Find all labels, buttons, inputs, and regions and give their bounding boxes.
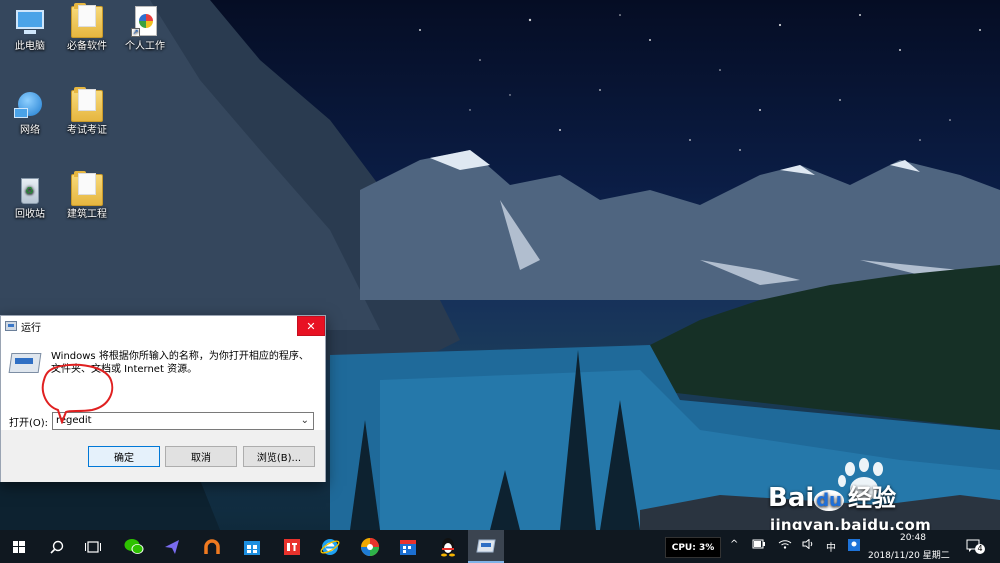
shortcut-document-icon: ↗ xyxy=(129,6,161,38)
store-icon xyxy=(244,540,260,555)
taskbar-app-wechat[interactable] xyxy=(118,530,150,563)
folder-icon xyxy=(71,3,103,38)
desktop-icon-label: 考试考证 xyxy=(67,125,107,136)
desktop-icon-label: 此电脑 xyxy=(15,41,45,52)
task-view-icon xyxy=(85,540,101,553)
desktop-icon-personal-work[interactable]: ↗ 个人工作 xyxy=(115,6,175,53)
watermark-brand: Bai du 经验 xyxy=(768,478,896,513)
desktop-icon-label: 必备软件 xyxy=(67,41,107,52)
chevron-down-icon[interactable]: ⌄ xyxy=(301,415,309,426)
qq-penguin-icon xyxy=(441,537,455,556)
close-icon: ✕ xyxy=(306,319,316,333)
watermark-brand-part1: Bai xyxy=(768,483,815,513)
watermark-brand-part2: du xyxy=(814,490,844,511)
calendar-icon xyxy=(400,539,416,555)
volume-icon[interactable] xyxy=(802,538,814,552)
folder-icon xyxy=(71,171,103,206)
run-dialog-titlebar[interactable]: 运行 ✕ xyxy=(1,316,325,336)
search-icon xyxy=(50,540,64,554)
paper-plane-icon xyxy=(165,539,179,554)
clock-date[interactable]: 2018/11/20 星期二 xyxy=(868,548,950,561)
cpu-label: CPU: xyxy=(671,542,696,553)
cancel-button[interactable]: 取消 xyxy=(165,446,237,467)
taskbar-app-color-wheel[interactable] xyxy=(354,530,386,563)
desktop-icon-exams[interactable]: 考试考证 xyxy=(57,87,117,137)
cpu-meter[interactable]: CPU: 3% xyxy=(665,537,721,558)
desktop-icon-recycle-bin[interactable]: ♻ 回收站 xyxy=(0,174,60,221)
run-dialog-title: 运行 xyxy=(21,322,41,334)
desktop-icon-label: 个人工作 xyxy=(125,41,165,52)
run-dialog-footer: 确定 取消 浏览(B)... xyxy=(1,430,325,482)
desktop-icon-label: 回收站 xyxy=(15,209,45,220)
color-wheel-icon xyxy=(361,537,379,556)
browse-button[interactable]: 浏览(B)... xyxy=(243,446,315,467)
task-view-button[interactable] xyxy=(80,530,106,563)
taskbar-app-ie[interactable] xyxy=(314,530,346,563)
run-app-icon xyxy=(5,321,17,331)
desktop-icon-essential-software[interactable]: 必备软件 xyxy=(57,3,117,53)
computer-icon xyxy=(14,6,46,38)
desktop-icon-construction[interactable]: 建筑工程 xyxy=(57,171,117,221)
desktop-icon-label: 建筑工程 xyxy=(67,209,107,220)
notification-count-badge: 4 xyxy=(975,544,985,554)
tray-battery-icon[interactable] xyxy=(752,539,766,552)
internet-explorer-icon xyxy=(320,538,340,555)
watermark-jingyan: 经验 xyxy=(847,484,896,512)
folder-icon xyxy=(71,87,103,122)
windows-logo-icon xyxy=(13,540,25,553)
desktop-icon-network[interactable]: 网络 xyxy=(0,90,60,137)
network-globe-icon xyxy=(14,90,46,122)
desktop-icon-label: 网络 xyxy=(20,125,40,136)
run-window-icon xyxy=(8,351,42,375)
notes-icon xyxy=(284,538,300,555)
tray-overflow-chevron-up-icon[interactable]: ^ xyxy=(730,539,738,550)
ime-indicator[interactable]: 中 xyxy=(826,539,836,554)
start-button[interactable] xyxy=(6,530,32,563)
taskbar-app-feishu[interactable] xyxy=(156,530,188,563)
notification-center-button[interactable]: 4 xyxy=(966,538,985,557)
run-window-icon xyxy=(476,539,496,552)
taskbar-app-store[interactable] xyxy=(236,530,268,563)
red-circle-annotation xyxy=(41,363,114,424)
taskbar-app-orange-ring[interactable] xyxy=(196,530,228,563)
clock-time[interactable]: 20:48 xyxy=(900,533,926,543)
cpu-value: 3% xyxy=(698,542,715,553)
desktop-icon-this-pc[interactable]: 此电脑 xyxy=(0,6,60,53)
taskbar-app-run-active[interactable] xyxy=(468,530,504,563)
taskbar-app-calendar[interactable] xyxy=(392,530,424,563)
wifi-icon[interactable] xyxy=(778,539,792,552)
recycle-bin-icon: ♻ xyxy=(14,174,46,206)
taskbar-app-qq[interactable] xyxy=(432,530,464,563)
horseshoe-icon xyxy=(204,538,220,554)
tray-app-blue-icon[interactable] xyxy=(848,539,860,554)
wechat-icon xyxy=(124,538,144,554)
search-button[interactable] xyxy=(44,530,70,563)
ok-button[interactable]: 确定 xyxy=(88,446,160,467)
close-button[interactable]: ✕ xyxy=(297,316,325,336)
taskbar-app-red-notes[interactable] xyxy=(276,530,308,563)
